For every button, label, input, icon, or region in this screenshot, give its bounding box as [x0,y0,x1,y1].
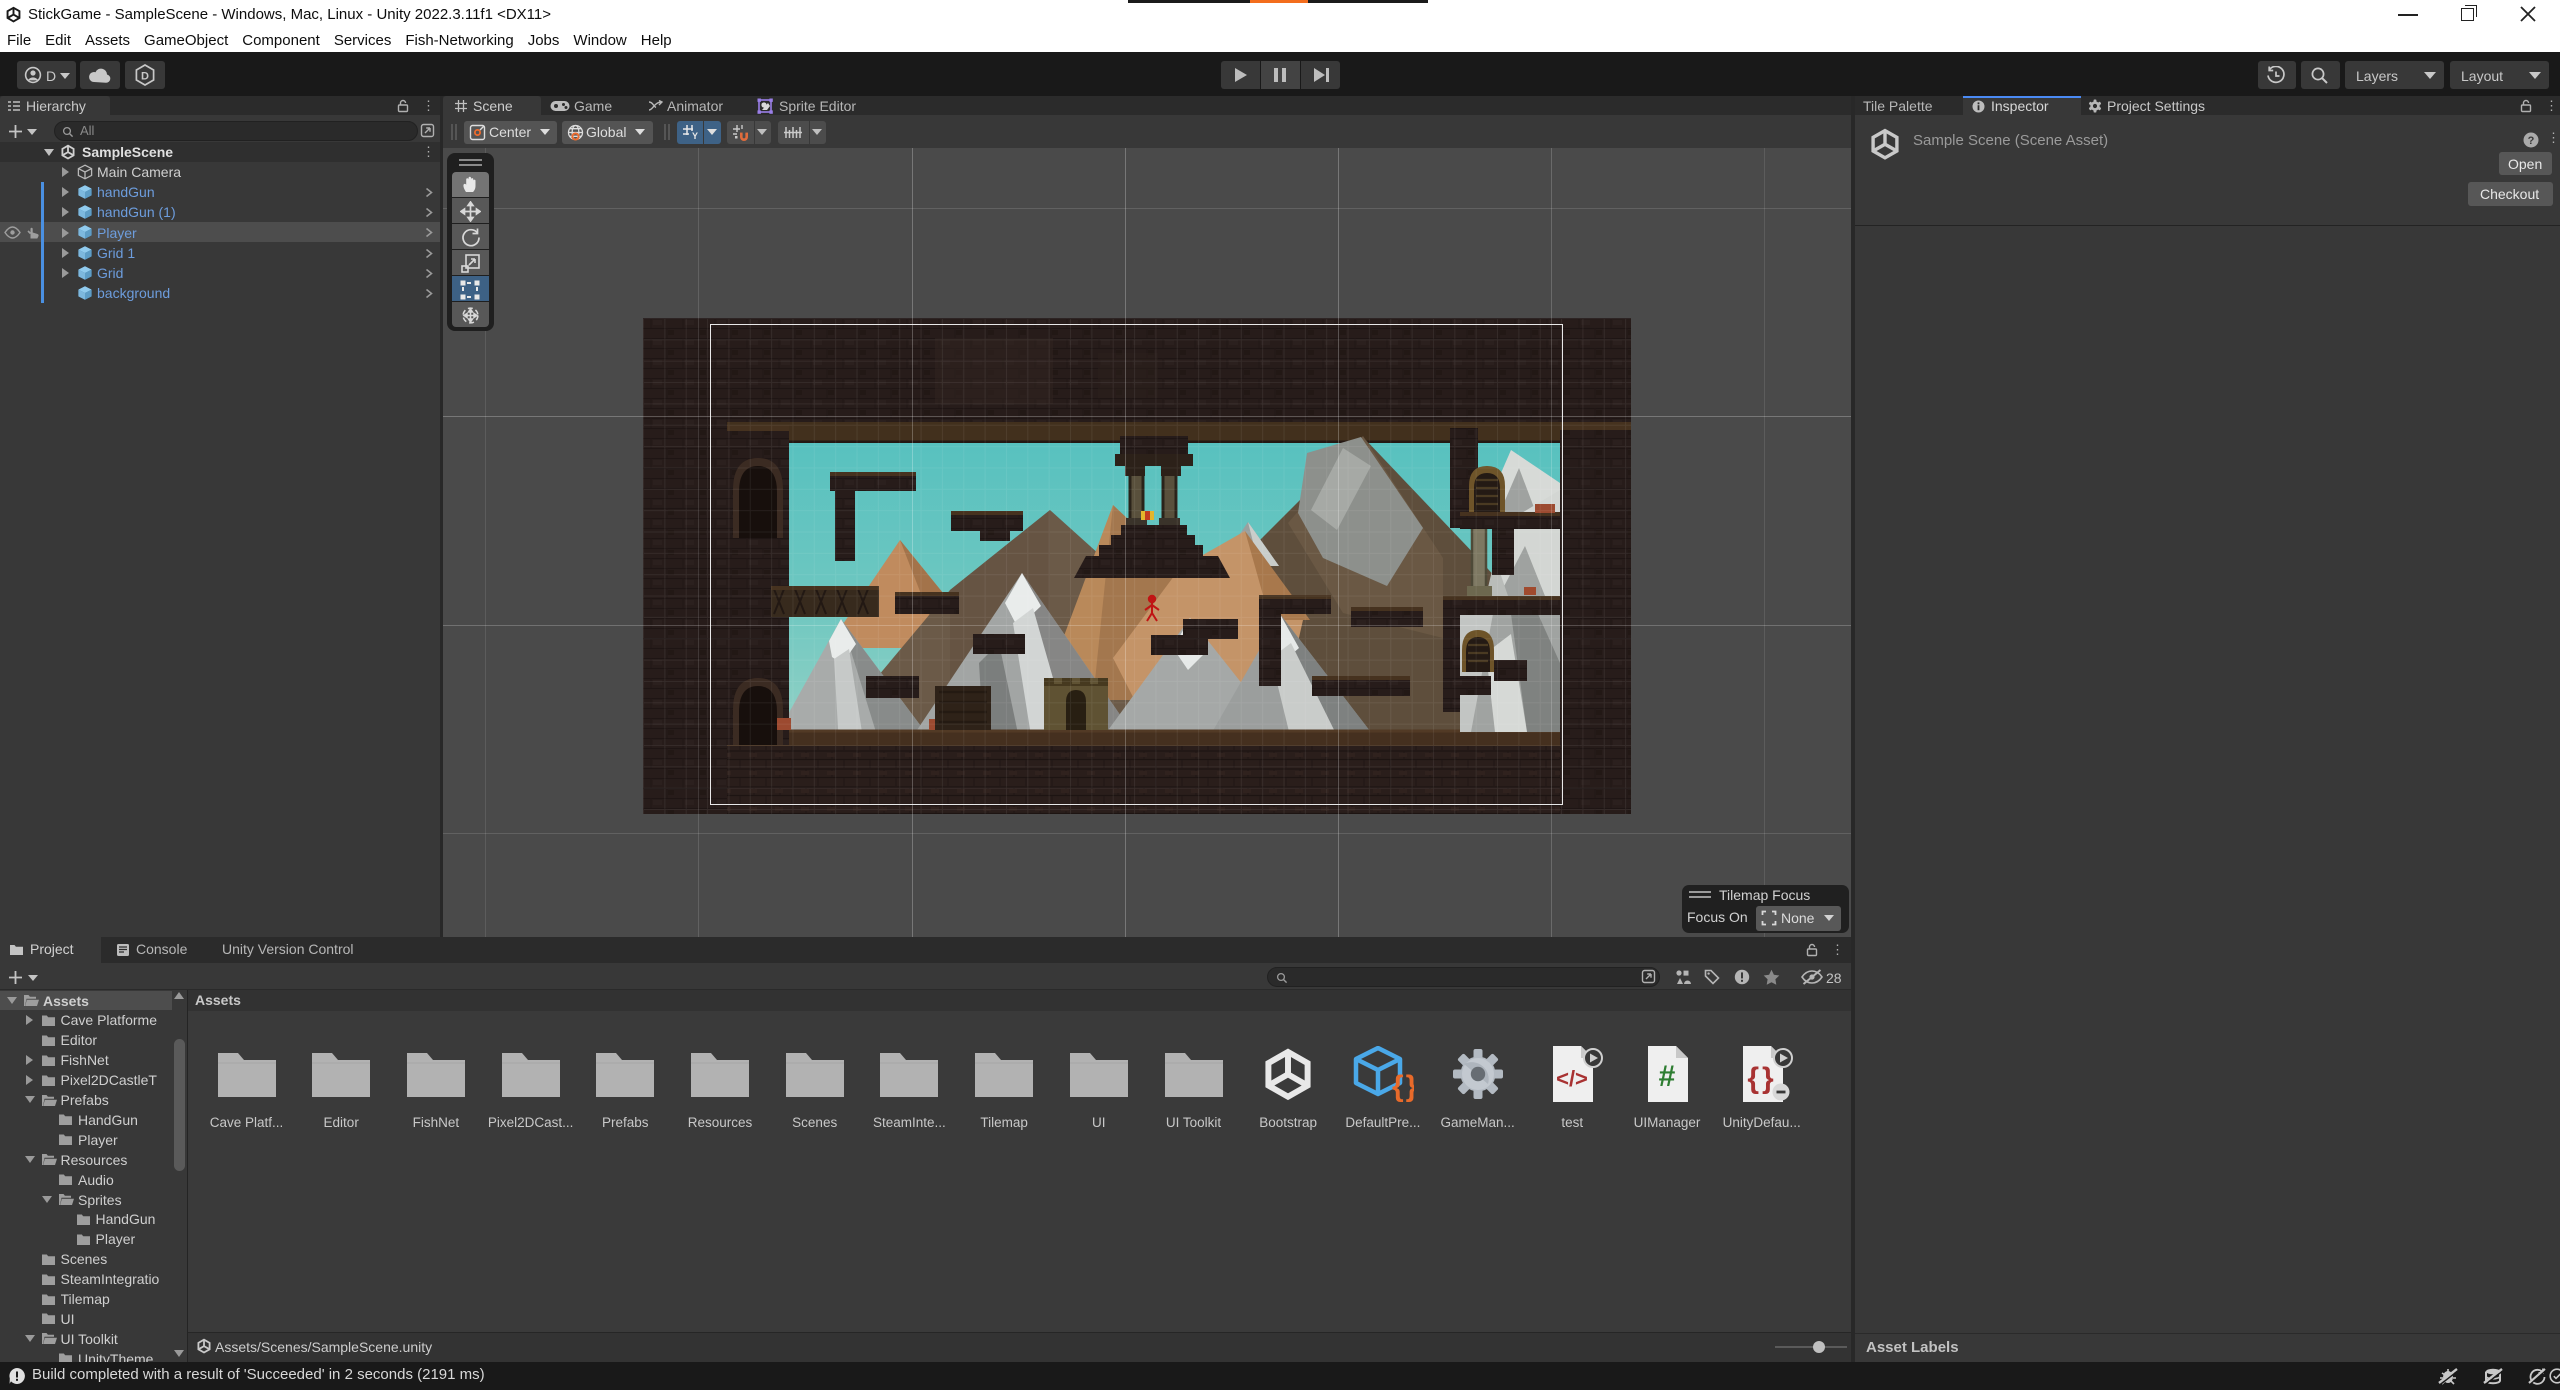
svg-text:D: D [141,70,149,82]
svg-text:?: ? [2528,135,2535,147]
svg-text:Y: Y [692,131,698,141]
svg-text:</>: </> [1556,1066,1588,1091]
svg-text:#: # [1659,1060,1676,1093]
svg-text:{}: {} [1392,1070,1414,1102]
svg-text:{}: {} [1747,1062,1776,1095]
